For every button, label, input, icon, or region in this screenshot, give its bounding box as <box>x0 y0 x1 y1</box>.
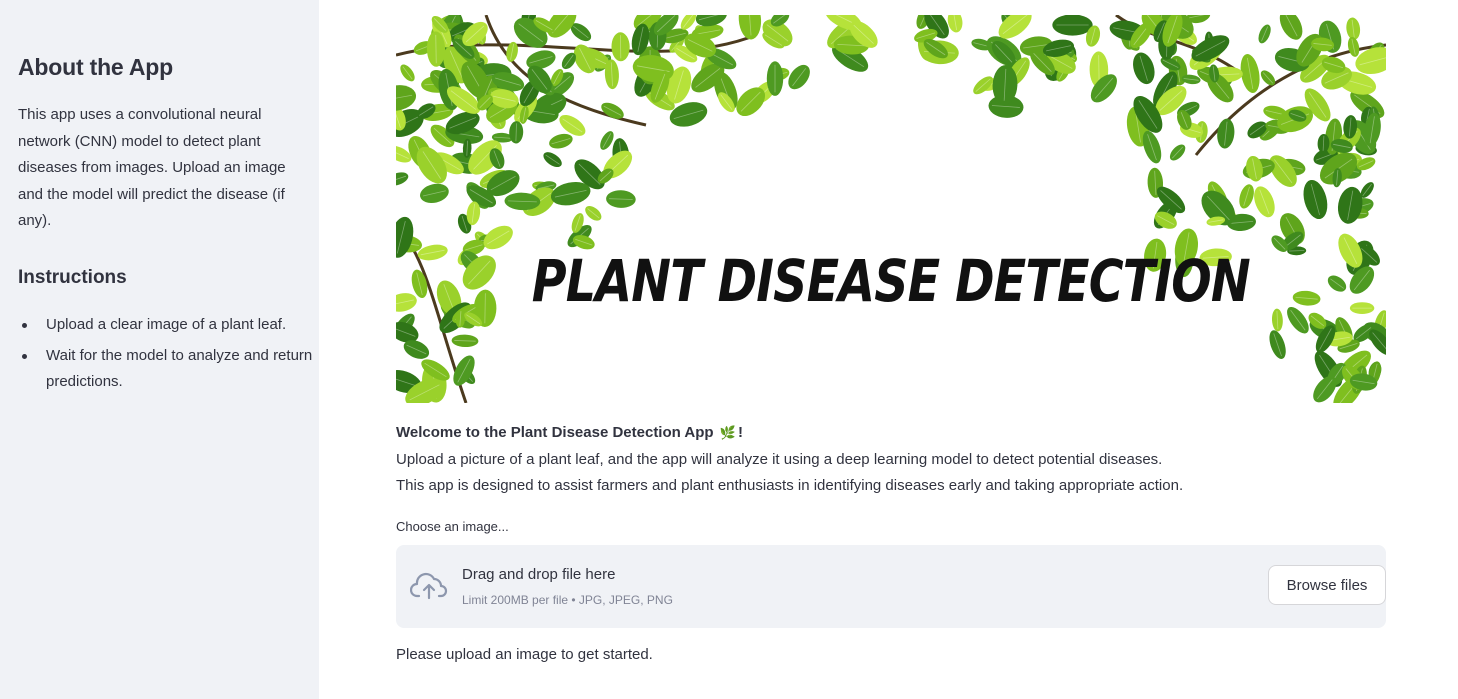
uploader-label: Choose an image... <box>396 519 509 534</box>
instructions-title: Instructions <box>18 267 127 288</box>
leaf-shape <box>1279 15 1303 40</box>
browse-files-button[interactable]: Browse files <box>1268 565 1386 605</box>
sidebar: About the App This app uses a convolutio… <box>0 0 319 699</box>
main-content: PLANT DISEASE DETECTION Welcome to the P… <box>396 0 1386 699</box>
instruction-item: Upload a clear image of a plant leaf. <box>22 312 316 339</box>
about-title: About the App <box>18 54 173 80</box>
dropzone-instruction: Drag and drop file here <box>462 566 616 583</box>
file-dropzone[interactable]: Drag and drop file here Limit 200MB per … <box>396 545 1386 628</box>
welcome-heading: Welcome to the Plant Disease Detection A… <box>396 424 714 441</box>
status-message: Please upload an image to get started. <box>396 646 653 663</box>
banner-image: PLANT DISEASE DETECTION <box>396 15 1386 403</box>
instruction-item: Wait for the model to analyze and return… <box>22 343 316 396</box>
welcome-line-1: Upload a picture of a plant leaf, and th… <box>396 450 1163 468</box>
leaf-shape <box>396 85 417 111</box>
leaf-foliage-graphic <box>396 15 1386 403</box>
welcome-heading-line: Welcome to the Plant Disease Detection A… <box>396 420 1386 447</box>
instructions-list: Upload a clear image of a plant leaf. Wa… <box>18 312 316 400</box>
welcome-line-2: This app is designed to assist farmers a… <box>396 477 1184 494</box>
herb-icon: 🌿 <box>719 425 736 440</box>
welcome-heading-suffix: ! <box>737 424 743 441</box>
banner-title: PLANT DISEASE DETECTION <box>531 247 1251 315</box>
cloud-upload-icon <box>409 570 448 607</box>
dropzone-limit-text: Limit 200MB per file • JPG, JPEG, PNG <box>462 593 673 607</box>
leaf-shape <box>396 293 417 312</box>
welcome-section: Welcome to the Plant Disease Detection A… <box>396 420 1386 500</box>
about-text: This app uses a convolutional neural net… <box>18 106 286 229</box>
